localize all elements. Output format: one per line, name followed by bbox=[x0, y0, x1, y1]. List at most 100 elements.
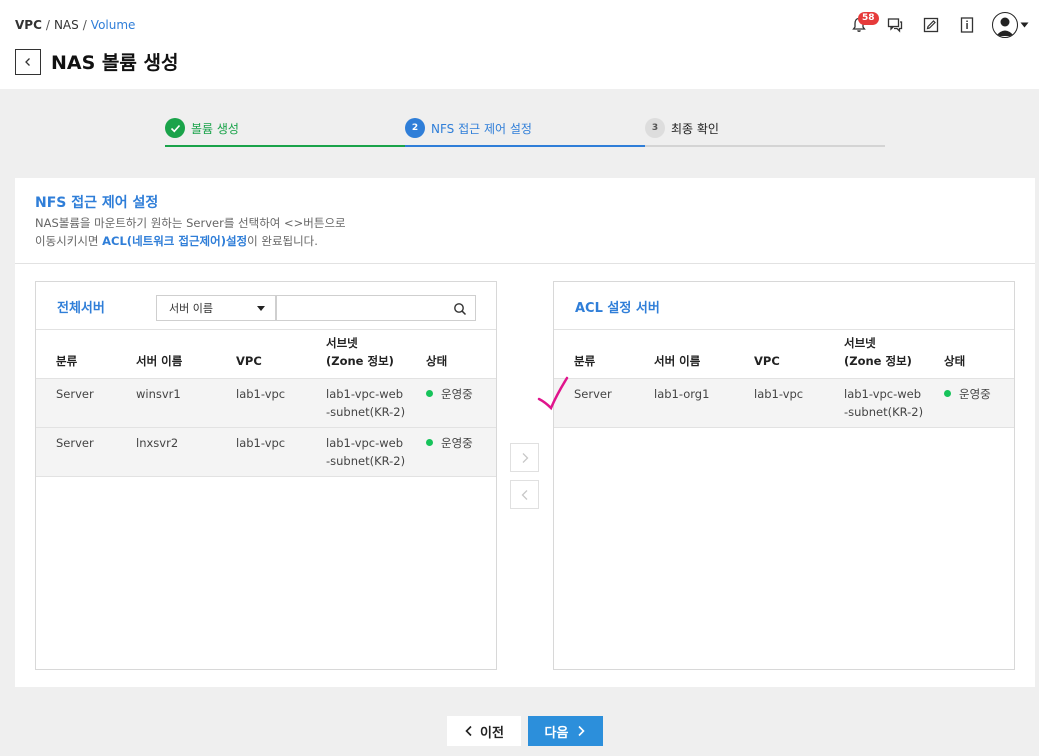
step-number-circle: 2 bbox=[405, 118, 425, 138]
panel-toolbar: 전체서버 서버 이름 bbox=[36, 282, 496, 330]
cell-status: 운영중 bbox=[924, 378, 1014, 428]
cell-name: lnxsvr2 bbox=[116, 427, 216, 477]
page-header: VPC / NAS / Volume NAS 볼륨 생성 58 bbox=[0, 0, 1039, 89]
info-book-icon bbox=[960, 17, 974, 33]
column-header-status[interactable]: 상태 bbox=[406, 330, 496, 379]
status-dot-icon bbox=[426, 389, 433, 397]
step-progress-line bbox=[645, 145, 885, 147]
step-nfs-access: 2 NFS 접근 제어 설정 bbox=[405, 118, 532, 138]
search-box bbox=[276, 295, 476, 321]
status-dot-icon bbox=[426, 438, 433, 446]
step-volume-create: 볼륨 생성 bbox=[165, 118, 239, 138]
table-header-row: 분류 서버 이름 VPC 서브넷 (Zone 정보) 상태 bbox=[36, 330, 496, 379]
step-number-circle: 3 bbox=[645, 118, 665, 138]
section-title: NFS 접근 제어 설정 bbox=[35, 195, 159, 211]
page-title: NAS 볼륨 생성 bbox=[51, 52, 179, 74]
description-text: 이동시키시면 bbox=[35, 234, 103, 248]
cell-name: winsvr1 bbox=[116, 378, 216, 428]
column-header-subnet[interactable]: 서브넷 (Zone 정보) bbox=[306, 330, 406, 379]
breadcrumb-item-nas[interactable]: NAS bbox=[54, 18, 79, 32]
chevron-right-icon bbox=[522, 452, 528, 463]
cell-name: lab1-org1 bbox=[634, 378, 734, 428]
chevron-left-icon bbox=[521, 489, 527, 500]
status-text: 운영중 bbox=[959, 386, 991, 401]
cell-status: 운영중 bbox=[406, 427, 496, 477]
edit-note-icon bbox=[923, 17, 939, 33]
description-text: 이 완료됩니다. bbox=[247, 234, 318, 248]
breadcrumb-item-vpc[interactable]: VPC bbox=[15, 18, 42, 32]
step-label: NFS 접근 제어 설정 bbox=[431, 121, 532, 136]
chat-button[interactable] bbox=[884, 14, 906, 36]
status-dot-icon bbox=[944, 389, 951, 397]
next-button[interactable]: 다음 bbox=[528, 716, 603, 746]
cell-type: Server bbox=[36, 378, 116, 428]
search-icon[interactable] bbox=[453, 302, 467, 316]
panel-title: ACL 설정 서버 bbox=[575, 301, 660, 316]
cell-type: Server bbox=[36, 427, 116, 477]
column-header-subnet[interactable]: 서브넷 (Zone 정보) bbox=[824, 330, 924, 379]
table-header-row: 분류 서버 이름 VPC 서브넷 (Zone 정보) 상태 bbox=[554, 330, 1014, 379]
chevron-left-icon bbox=[465, 725, 472, 737]
caret-down-icon bbox=[257, 306, 265, 311]
step-label: 최종 확인 bbox=[671, 121, 719, 136]
notification-count-badge: 58 bbox=[858, 12, 879, 25]
previous-button-label: 이전 bbox=[480, 725, 504, 741]
user-menu[interactable] bbox=[992, 12, 1029, 38]
description-line: NAS볼륨을 마운트하기 원하는 Server를 선택하여 <>버튼으로 bbox=[35, 216, 346, 230]
avatar bbox=[992, 12, 1018, 38]
info-button[interactable] bbox=[956, 14, 978, 36]
breadcrumb: VPC / NAS / Volume bbox=[15, 18, 135, 32]
panel-title: 전체서버 bbox=[57, 301, 105, 316]
chevron-left-icon bbox=[25, 58, 30, 66]
panel-toolbar: ACL 설정 서버 bbox=[554, 282, 1014, 330]
table-row[interactable]: Server lab1-org1 lab1-vpc lab1-vpc-web-s… bbox=[554, 378, 1014, 428]
acl-servers-panel: ACL 설정 서버 분류 서버 이름 VPC 서브넷 (Zone 정보) 상태 … bbox=[553, 281, 1015, 670]
section-description: NAS볼륨을 마운트하기 원하는 Server를 선택하여 <>버튼으로 이동시… bbox=[35, 214, 346, 250]
breadcrumb-separator: / bbox=[45, 18, 50, 32]
all-servers-table: 분류 서버 이름 VPC 서브넷 (Zone 정보) 상태 Server win… bbox=[36, 330, 496, 477]
cell-vpc: lab1-vpc bbox=[734, 378, 824, 428]
move-to-acl-button[interactable] bbox=[510, 443, 539, 472]
status-text: 운영중 bbox=[441, 386, 473, 401]
check-icon bbox=[170, 124, 180, 132]
column-header-name[interactable]: 서버 이름 bbox=[634, 330, 734, 379]
chevron-right-icon bbox=[578, 725, 586, 737]
step-progress-line bbox=[405, 145, 645, 147]
nfs-settings-card: NFS 접근 제어 설정 NAS볼륨을 마운트하기 원하는 Server를 선택… bbox=[15, 178, 1035, 687]
back-button[interactable] bbox=[15, 49, 41, 75]
table-row[interactable]: Server lnxsvr2 lab1-vpc lab1-vpc-web-sub… bbox=[36, 427, 496, 477]
step-done-circle bbox=[165, 118, 185, 138]
card-header: NFS 접근 제어 설정 NAS볼륨을 마운트하기 원하는 Server를 선택… bbox=[15, 178, 1035, 264]
cell-vpc: lab1-vpc bbox=[216, 427, 306, 477]
cell-subnet: lab1-vpc-web-subnet(KR-2) bbox=[306, 427, 406, 477]
step-label: 볼륨 생성 bbox=[191, 121, 239, 136]
memo-button[interactable] bbox=[920, 14, 942, 36]
cell-subnet: lab1-vpc-web-subnet(KR-2) bbox=[306, 378, 406, 428]
top-toolbar: 58 bbox=[848, 12, 1029, 38]
previous-button[interactable]: 이전 bbox=[447, 716, 521, 746]
column-header-type[interactable]: 분류 bbox=[36, 330, 116, 379]
breadcrumb-separator: / bbox=[82, 18, 87, 32]
caret-down-icon bbox=[1020, 22, 1029, 28]
annotation-check-icon bbox=[537, 376, 569, 411]
search-input[interactable] bbox=[277, 296, 447, 320]
search-field-select[interactable]: 서버 이름 bbox=[156, 295, 276, 321]
select-value: 서버 이름 bbox=[169, 302, 213, 315]
step-progress-line bbox=[165, 145, 405, 147]
acl-servers-table: 분류 서버 이름 VPC 서브넷 (Zone 정보) 상태 Server lab… bbox=[554, 330, 1014, 428]
column-header-vpc[interactable]: VPC bbox=[216, 330, 306, 379]
wizard-stepper: 볼륨 생성 2 NFS 접근 제어 설정 3 최종 확인 bbox=[165, 116, 885, 148]
column-header-name[interactable]: 서버 이름 bbox=[116, 330, 216, 379]
status-text: 운영중 bbox=[441, 435, 473, 450]
notifications-button[interactable]: 58 bbox=[848, 12, 879, 36]
breadcrumb-item-volume[interactable]: Volume bbox=[91, 18, 136, 32]
cell-subnet: lab1-vpc-web-subnet(KR-2) bbox=[824, 378, 924, 428]
column-header-status[interactable]: 상태 bbox=[924, 330, 1014, 379]
description-highlight: ACL(네트워크 접근제어)설정 bbox=[102, 234, 248, 248]
cell-vpc: lab1-vpc bbox=[216, 378, 306, 428]
column-header-type[interactable]: 분류 bbox=[554, 330, 634, 379]
column-header-vpc[interactable]: VPC bbox=[734, 330, 824, 379]
move-to-all-button[interactable] bbox=[510, 480, 539, 509]
table-row[interactable]: Server winsvr1 lab1-vpc lab1-vpc-web-sub… bbox=[36, 378, 496, 428]
all-servers-panel: 전체서버 서버 이름 분류 서버 이름 VPC 서브넷 (Zone 정보) 상태 bbox=[35, 281, 497, 670]
